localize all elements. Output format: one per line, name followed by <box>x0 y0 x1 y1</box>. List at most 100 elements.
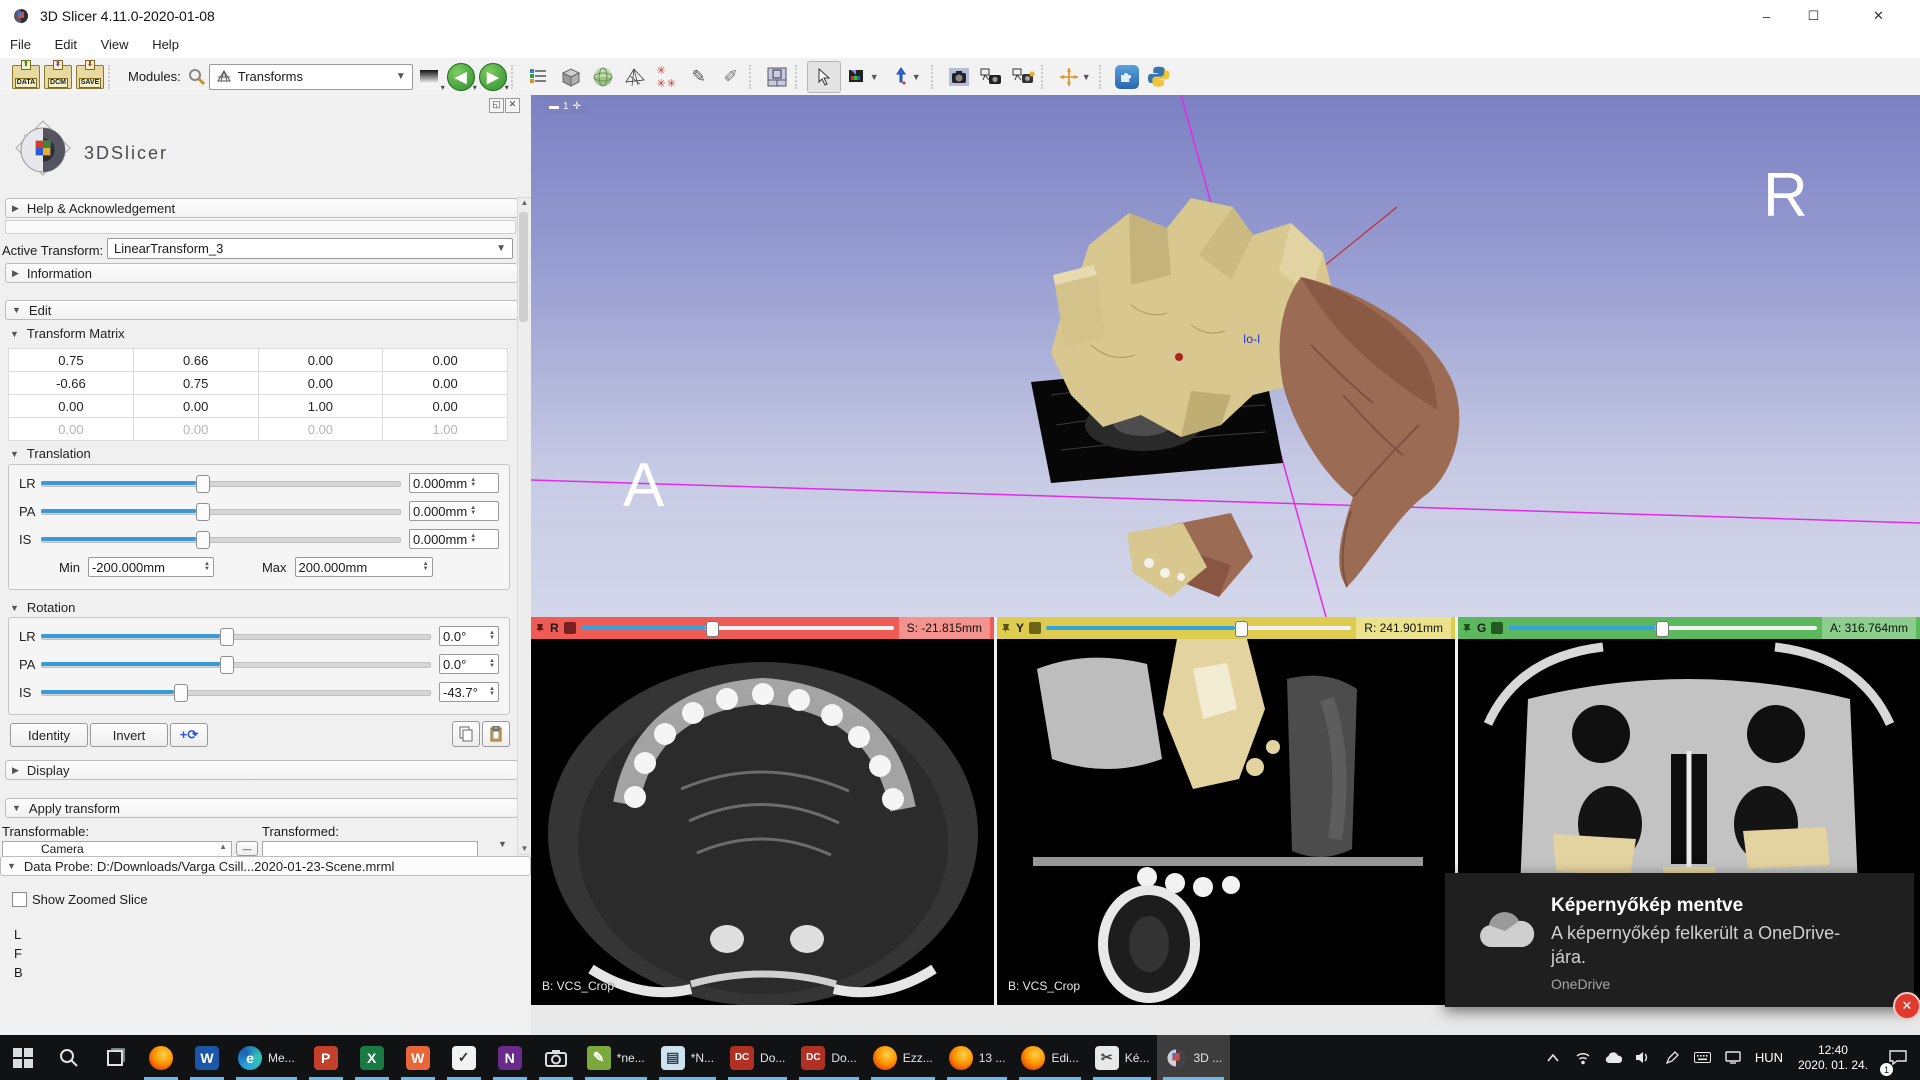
taskbar-notepadpp-button[interactable]: ✎ *ne... <box>579 1035 653 1080</box>
save-button[interactable]: ⬇SAVE <box>74 62 106 92</box>
taskbar-firefox-button-3[interactable]: Edi... <box>1013 1035 1086 1080</box>
action-center-button[interactable]: 1 <box>1876 1035 1920 1080</box>
taskbar-clock[interactable]: 12:40 2020. 01. 24. <box>1790 1035 1876 1080</box>
close-button[interactable]: ✕ <box>1837 0 1920 32</box>
taskbar-firefox-button-2[interactable]: 13 ... <box>941 1035 1014 1080</box>
scene-view-capture-icon[interactable] <box>975 62 1007 92</box>
transform-matrix-header[interactable]: ▼ Transform Matrix <box>10 326 125 341</box>
taskbar-wps-icon[interactable]: W <box>395 1035 441 1080</box>
screenshot-button[interactable] <box>943 62 975 92</box>
translation-pa-value[interactable]: 0.000mm▲▼ <box>409 501 499 521</box>
tray-chevron-up-icon[interactable] <box>1538 1035 1568 1080</box>
maximize-button[interactable]: ☐ <box>1790 0 1837 32</box>
search-button[interactable] <box>46 1035 92 1080</box>
scene-view-restore-icon[interactable] <box>1007 62 1039 92</box>
load-dicom-button[interactable]: ⬍DCM <box>42 62 74 92</box>
edit-header[interactable]: ▼ Edit <box>5 300 518 320</box>
onedrive-notification[interactable]: Képernyőkép mentve A képernyőkép felkerü… <box>1445 873 1914 1007</box>
rotation-pa-value[interactable]: 0.0°▲▼ <box>439 654 499 674</box>
crosshair-button[interactable]: ▼ <box>1053 62 1097 92</box>
translation-is-slider[interactable] <box>41 530 401 548</box>
menu-view[interactable]: View <box>91 32 139 57</box>
taskbar-todo-icon[interactable]: ✓ <box>441 1035 487 1080</box>
help-acknowledgement-header[interactable]: ▶ Help & Acknowledgement <box>5 198 518 218</box>
transform-matrix-table[interactable]: 0.750.660.000.00 -0.660.750.000.00 0.000… <box>8 348 508 441</box>
taskbar-firefox-icon[interactable] <box>138 1035 184 1080</box>
taskbar-edge-button[interactable]: e Me... <box>230 1035 303 1080</box>
translation-is-value[interactable]: 0.000mm▲▼ <box>409 529 499 549</box>
rotation-lr-value[interactable]: 0.0°▲▼ <box>439 626 499 646</box>
apply-transform-header[interactable]: ▼ Apply transform <box>5 798 518 818</box>
panel-close-icon[interactable]: ✕ <box>505 98 520 113</box>
taskbar-powerpoint-icon[interactable]: P <box>303 1035 349 1080</box>
rotation-lr-slider[interactable] <box>41 627 431 645</box>
start-button[interactable] <box>0 1035 46 1080</box>
python-console-button[interactable] <box>1143 62 1175 92</box>
notification-close-icon[interactable]: ✕ <box>1893 992 1920 1020</box>
taskbar-snipping-button[interactable]: ✂ Ké... <box>1087 1035 1158 1080</box>
tray-network-icon[interactable] <box>1568 1035 1598 1080</box>
invert-button[interactable]: Invert <box>90 723 168 747</box>
module-selector[interactable]: Transforms ▼ <box>209 64 413 90</box>
volume-rendering-icon[interactable] <box>587 62 619 92</box>
translation-pa-slider[interactable] <box>41 502 401 520</box>
transfer-arrow-button[interactable]: — <box>236 841 258 856</box>
taskbar-firefox-button-1[interactable]: Ezz... <box>865 1035 941 1080</box>
transformed-list[interactable] <box>262 841 478 857</box>
translation-lr-slider[interactable] <box>41 474 401 492</box>
minimize-button[interactable]: – <box>1743 0 1790 32</box>
measurement-icon[interactable]: ✐ <box>715 62 747 92</box>
rotation-is-slider[interactable] <box>41 683 431 701</box>
module-back-button[interactable]: ◀▾ <box>445 62 477 92</box>
copy-transform-icon[interactable] <box>452 721 480 747</box>
max-value[interactable]: 200.000mm▲▼ <box>295 557 433 577</box>
show-zoomed-slice-checkbox[interactable] <box>12 892 27 907</box>
menu-help[interactable]: Help <box>142 32 189 57</box>
volume-cube-icon[interactable] <box>555 62 587 92</box>
taskbar-excel-icon[interactable]: X <box>349 1035 395 1080</box>
min-value[interactable]: -200.000mm▲▼ <box>88 557 214 577</box>
display-header[interactable]: ▶ Display <box>5 760 518 780</box>
yellow-slice-slider[interactable] <box>1046 621 1351 635</box>
module-history-button[interactable]: ▾ <box>413 62 445 92</box>
taskbar-onenote-icon[interactable]: N <box>487 1035 533 1080</box>
taskbar-notepad-button[interactable]: ▤ *N... <box>653 1035 722 1080</box>
annotation-pencil-icon[interactable]: ✎ <box>683 62 715 92</box>
mesh-icon[interactable] <box>619 62 651 92</box>
module-search-icon[interactable] <box>185 62 209 92</box>
menu-edit[interactable]: Edit <box>45 32 87 57</box>
green-slice-slider[interactable] <box>1508 621 1817 635</box>
translation-lr-value[interactable]: 0.000mm▲▼ <box>409 473 499 493</box>
taskbar-camera-icon[interactable] <box>533 1035 579 1080</box>
panel-scrollbar[interactable]: ▲ ▼ <box>517 197 532 855</box>
taskbar-doublecmd-button-2[interactable]: DC Do... <box>793 1035 864 1080</box>
pin-icon[interactable] <box>535 623 545 633</box>
threed-view[interactable]: Io-I A R ▬ 1 ✛ <box>531 95 1920 617</box>
transformable-list[interactable]: Camera ▲ <box>2 841 232 857</box>
tray-audio-icon[interactable] <box>1628 1035 1658 1080</box>
pin-icon[interactable] <box>1462 623 1472 633</box>
taskbar-doublecmd-button-1[interactable]: DC Do... <box>722 1035 793 1080</box>
markups-icon[interactable]: ✳✳✳ <box>651 62 683 92</box>
slice-menu-icon[interactable] <box>564 622 576 634</box>
identity-button[interactable]: Identity <box>10 723 88 747</box>
slice-menu-icon[interactable] <box>1491 622 1503 634</box>
layout-selector[interactable] <box>761 62 793 92</box>
active-transform-selector[interactable]: LinearTransform_3▼ <box>107 238 513 259</box>
rotation-is-value[interactable]: -43.7°▲▼ <box>439 682 499 702</box>
taskbar-word-icon[interactable]: W <box>184 1035 230 1080</box>
add-transform-button[interactable]: +⟳ <box>170 723 208 747</box>
language-indicator[interactable]: HUN <box>1748 1035 1790 1080</box>
menu-file[interactable]: File <box>0 32 41 57</box>
pointer-tool-button[interactable] <box>807 61 841 93</box>
tray-keyboard-icon[interactable] <box>1688 1035 1718 1080</box>
data-probe-header[interactable]: ▼ Data Probe: D:/Downloads/Varga Csill..… <box>0 856 531 876</box>
load-data-button[interactable]: ⬆DATA <box>10 62 42 92</box>
tray-display-icon[interactable] <box>1718 1035 1748 1080</box>
red-slice-view[interactable]: B: VCS_Crop <box>531 639 994 1005</box>
paste-transform-icon[interactable] <box>482 721 510 747</box>
tray-pen-icon[interactable] <box>1658 1035 1688 1080</box>
module-hierarchy-icon[interactable] <box>523 62 555 92</box>
pin-icon[interactable] <box>1001 623 1011 633</box>
panel-undock-icon[interactable]: ◱ <box>489 98 504 113</box>
